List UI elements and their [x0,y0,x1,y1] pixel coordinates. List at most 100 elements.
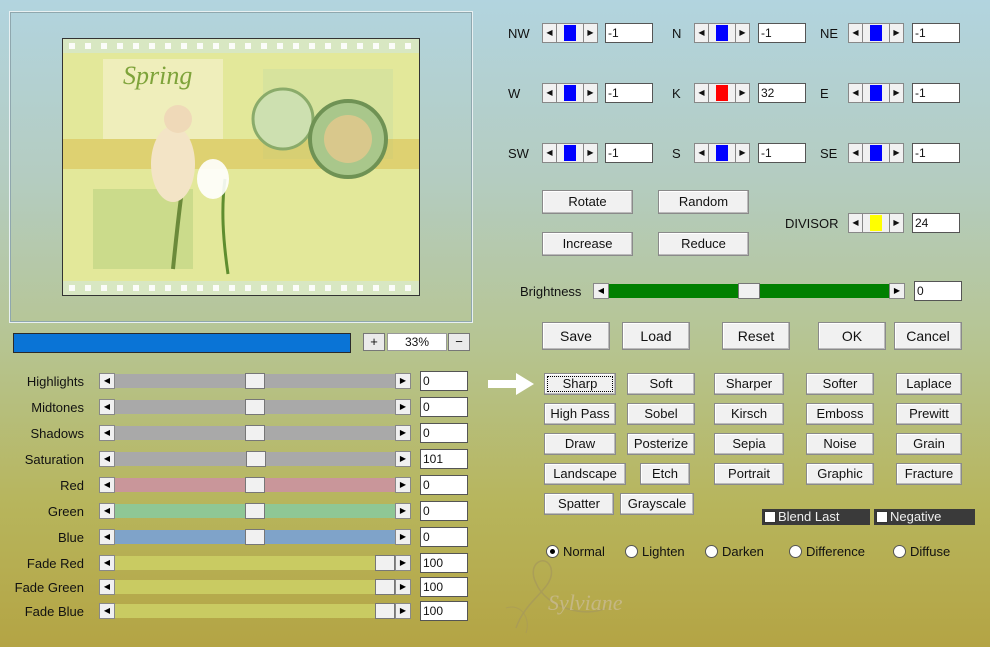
divisor-increase-arrow[interactable]: ▶ [889,213,904,233]
zoom-in-button[interactable]: + [363,333,385,351]
slider-thumb[interactable] [375,579,395,595]
slider-blue[interactable]: ◀ ▶ [99,529,411,545]
brightness-slider[interactable]: ◀ ▶ [593,283,905,299]
preset-button-laplace[interactable]: Laplace [896,373,962,395]
rotate-button[interactable]: Rotate [542,190,633,214]
blend-last-option[interactable]: Blend Last [762,509,870,525]
slider-highlights[interactable]: ◀ ▶ [99,373,411,389]
matrix-value-k[interactable]: 32 [758,83,806,103]
preset-button-softer[interactable]: Softer [806,373,874,395]
blend-radio-difference[interactable] [789,545,802,558]
slider-value-input[interactable]: 0 [420,501,468,521]
slider-thumb[interactable] [245,399,265,415]
slider-thumb[interactable] [246,451,266,467]
matrix-value-s[interactable]: -1 [758,143,806,163]
preset-button-grayscale[interactable]: Grayscale [620,493,694,515]
slider-left-arrow[interactable]: ◀ [99,399,115,415]
matrix-value-ne[interactable]: -1 [912,23,960,43]
spinner-increase-arrow[interactable]: ▶ [583,143,598,163]
negative-option[interactable]: Negative [874,509,975,525]
slider-right-arrow[interactable]: ▶ [395,451,411,467]
preset-button-etch[interactable]: Etch [640,463,690,485]
spinner-decrease-arrow[interactable]: ◀ [694,143,709,163]
preset-button-sobel[interactable]: Sobel [627,403,695,425]
slider-green[interactable]: ◀ ▶ [99,503,411,519]
matrix-spinner-w[interactable]: ◀ ▶ [542,83,598,103]
matrix-value-se[interactable]: -1 [912,143,960,163]
slider-right-arrow[interactable]: ▶ [395,579,411,595]
slider-right-arrow[interactable]: ▶ [395,477,411,493]
slider-left-arrow[interactable]: ◀ [99,529,115,545]
slider-right-arrow[interactable]: ▶ [395,503,411,519]
slider-left-arrow[interactable]: ◀ [99,503,115,519]
save-button[interactable]: Save [542,322,610,350]
divisor-input[interactable]: 24 [912,213,960,233]
slider-value-input[interactable]: 0 [420,475,468,495]
slider-right-arrow[interactable]: ▶ [395,373,411,389]
preset-button-kirsch[interactable]: Kirsch [714,403,784,425]
matrix-spinner-k[interactable]: ◀ ▶ [694,83,750,103]
spinner-increase-arrow[interactable]: ▶ [583,83,598,103]
preset-button-sharper[interactable]: Sharper [714,373,784,395]
slider-thumb[interactable] [375,555,395,571]
slider-left-arrow[interactable]: ◀ [99,373,115,389]
preset-button-grain[interactable]: Grain [896,433,962,455]
matrix-spinner-s[interactable]: ◀ ▶ [694,143,750,163]
slider-left-arrow[interactable]: ◀ [99,451,115,467]
spinner-decrease-arrow[interactable]: ◀ [848,23,863,43]
cancel-button[interactable]: Cancel [894,322,962,350]
slider-value-input[interactable]: 100 [420,601,468,621]
spinner-increase-arrow[interactable]: ▶ [889,83,904,103]
preset-button-landscape[interactable]: Landscape [544,463,626,485]
spinner-increase-arrow[interactable]: ▶ [735,83,750,103]
spinner-decrease-arrow[interactable]: ◀ [542,23,557,43]
divisor-spinner[interactable]: ◀ ▶ [848,213,904,233]
slider-left-arrow[interactable]: ◀ [99,425,115,441]
slider-fade-green[interactable]: ◀ ▶ [99,579,411,595]
slider-fade-red[interactable]: ◀ ▶ [99,555,411,571]
brightness-left-arrow[interactable]: ◀ [593,283,609,299]
matrix-value-w[interactable]: -1 [605,83,653,103]
spinner-decrease-arrow[interactable]: ◀ [542,143,557,163]
preset-button-portrait[interactable]: Portrait [714,463,784,485]
preset-button-soft[interactable]: Soft [627,373,695,395]
preset-button-prewitt[interactable]: Prewitt [896,403,962,425]
spinner-increase-arrow[interactable]: ▶ [735,23,750,43]
preset-button-sharp[interactable]: Sharp [544,373,616,395]
blend-radio-darken[interactable] [705,545,718,558]
matrix-spinner-n[interactable]: ◀ ▶ [694,23,750,43]
brightness-input[interactable]: 0 [914,281,962,301]
slider-right-arrow[interactable]: ▶ [395,425,411,441]
matrix-spinner-e[interactable]: ◀ ▶ [848,83,904,103]
slider-value-input[interactable]: 0 [420,371,468,391]
preset-button-posterize[interactable]: Posterize [627,433,695,455]
spinner-decrease-arrow[interactable]: ◀ [694,23,709,43]
slider-right-arrow[interactable]: ▶ [395,555,411,571]
spinner-increase-arrow[interactable]: ▶ [889,143,904,163]
matrix-value-e[interactable]: -1 [912,83,960,103]
spinner-decrease-arrow[interactable]: ◀ [542,83,557,103]
random-button[interactable]: Random [658,190,749,214]
slider-value-input[interactable]: 0 [420,423,468,443]
brightness-right-arrow[interactable]: ▶ [889,283,905,299]
brightness-thumb[interactable] [738,283,760,299]
reset-button[interactable]: Reset [722,322,790,350]
preset-button-high-pass[interactable]: High Pass [544,403,616,425]
slider-thumb[interactable] [245,477,265,493]
slider-fade-blue[interactable]: ◀ ▶ [99,603,411,619]
slider-thumb[interactable] [245,529,265,545]
matrix-value-n[interactable]: -1 [758,23,806,43]
spinner-decrease-arrow[interactable]: ◀ [848,83,863,103]
preset-button-spatter[interactable]: Spatter [544,493,614,515]
slider-value-input[interactable]: 0 [420,397,468,417]
reduce-button[interactable]: Reduce [658,232,749,256]
load-button[interactable]: Load [622,322,690,350]
matrix-spinner-sw[interactable]: ◀ ▶ [542,143,598,163]
ok-button[interactable]: OK [818,322,886,350]
preset-button-fracture[interactable]: Fracture [896,463,962,485]
divisor-decrease-arrow[interactable]: ◀ [848,213,863,233]
slider-left-arrow[interactable]: ◀ [99,579,115,595]
spinner-increase-arrow[interactable]: ▶ [583,23,598,43]
blend-last-checkbox[interactable] [764,511,776,523]
slider-value-input[interactable]: 0 [420,527,468,547]
